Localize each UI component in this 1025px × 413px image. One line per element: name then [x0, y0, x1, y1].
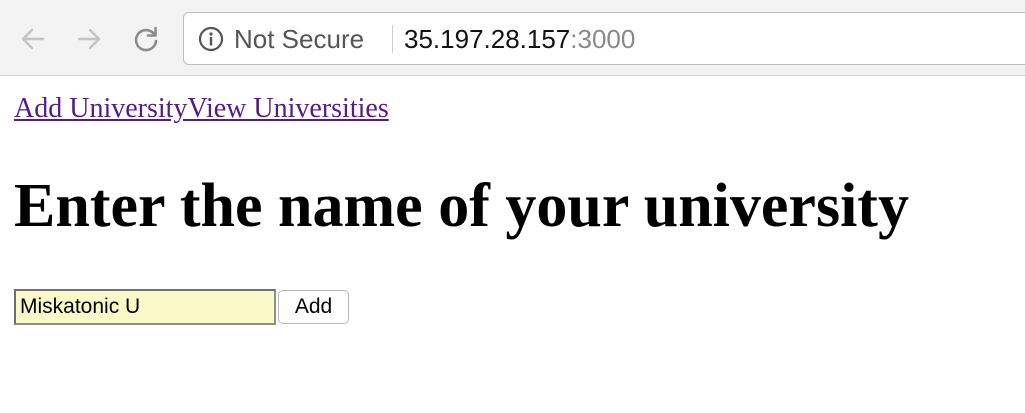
page-content: Add UniversityView Universities Enter th… — [0, 76, 1025, 413]
reload-icon — [134, 26, 158, 52]
url-text[interactable]: 35.197.28.157:3000 — [404, 24, 635, 54]
info-icon[interactable] — [198, 26, 224, 52]
url-divider — [392, 25, 393, 53]
forward-arrow-icon — [77, 28, 101, 50]
nav-links: Add UniversityView Universities — [14, 92, 389, 126]
browser-toolbar: Not Secure 35.197.28.157:3000 — [0, 0, 1025, 76]
url-port: :3000 — [570, 24, 636, 54]
reload-button[interactable] — [129, 22, 163, 56]
security-status-label: Not Secure — [234, 24, 365, 54]
address-bar[interactable]: Not Secure 35.197.28.157:3000 — [183, 12, 1025, 65]
university-name-input[interactable] — [14, 289, 276, 325]
back-arrow-icon — [21, 28, 45, 50]
view-universities-link[interactable]: View Universities — [187, 93, 388, 124]
forward-button[interactable] — [72, 22, 106, 56]
back-button[interactable] — [16, 22, 50, 56]
page-title: Enter the name of your university — [14, 172, 909, 240]
url-host: 35.197.28.157 — [404, 24, 571, 54]
add-university-link[interactable]: Add University — [14, 93, 187, 124]
add-button[interactable]: Add — [278, 290, 349, 324]
